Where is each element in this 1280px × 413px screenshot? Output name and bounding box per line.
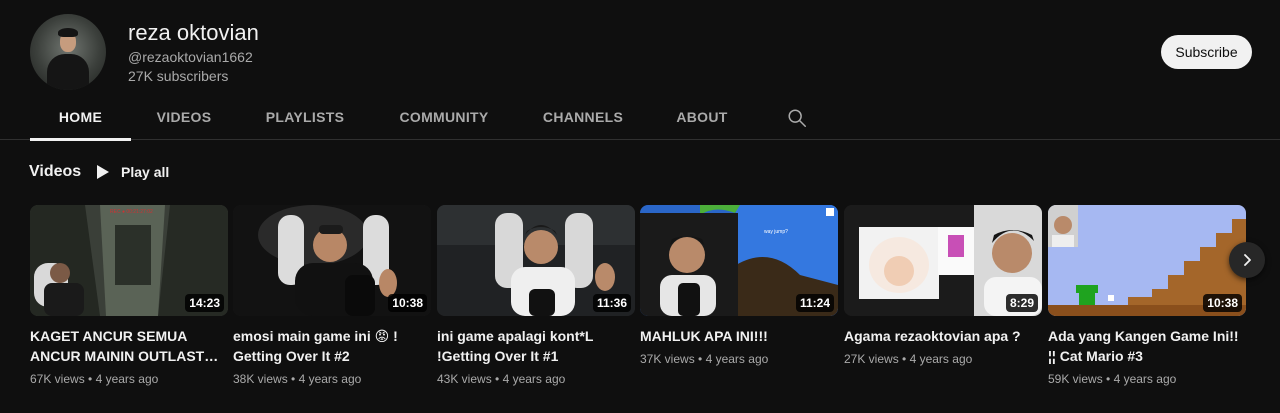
video-thumbnail[interactable]: 11:36 <box>437 205 635 316</box>
channel-tabs: HOME VIDEOS PLAYLISTS COMMUNITY CHANNELS… <box>0 95 1280 141</box>
video-title[interactable]: KAGET ANCUR SEMUA ANCUR MAININ OUTLAST… <box>30 326 228 366</box>
video-thumbnail[interactable]: 8:29 <box>844 205 1042 316</box>
tab-videos[interactable]: VIDEOS <box>142 95 226 139</box>
video-duration: 14:23 <box>185 294 224 312</box>
video-duration: 8:29 <box>1005 294 1038 312</box>
video-age: 4 years ago <box>909 352 973 366</box>
video-views: 38K views <box>233 372 288 386</box>
video-age: 4 years ago <box>95 372 159 386</box>
video-title[interactable]: MAHLUK APA INI!!! <box>640 326 838 346</box>
video-card[interactable]: 11:36 ini game apalagi kont*L !Getting O… <box>437 205 635 386</box>
video-card[interactable]: REC ● 00:21:27:02 14:23 KAGET ANCUR SEMU… <box>30 205 228 386</box>
svg-text:REC ● 00:21:27:02: REC ● 00:21:27:02 <box>110 209 153 215</box>
svg-text:way jump?: way jump? <box>764 229 788 235</box>
video-views: 43K views <box>437 372 492 386</box>
video-meta: 37K views • 4 years ago <box>640 352 769 366</box>
video-duration: 11:36 <box>592 294 631 312</box>
video-thumbnail[interactable]: way jump? 11:24 <box>640 205 838 316</box>
channel-handle: @rezaoktovian1662 <box>128 49 253 65</box>
play-all-button[interactable]: Play all <box>96 161 169 183</box>
video-age: 4 years ago <box>705 352 769 366</box>
video-duration: 10:38 <box>1203 294 1242 312</box>
avatar-figure-body <box>47 54 89 90</box>
shelf-next-button[interactable] <box>1229 242 1265 278</box>
video-views: 67K views <box>30 372 85 386</box>
video-age: 4 years ago <box>298 372 362 386</box>
channel-name: reza oktovian <box>128 20 259 45</box>
video-duration: 10:38 <box>388 294 427 312</box>
video-views: 37K views <box>640 352 695 366</box>
video-meta: 38K views • 4 years ago <box>233 372 362 386</box>
tab-home[interactable]: HOME <box>30 95 131 141</box>
video-thumbnail[interactable]: REC ● 00:21:27:02 14:23 <box>30 205 228 316</box>
video-card[interactable]: 10:38 Ada yang Kangen Game Ini!! ¦¦ Cat … <box>1048 205 1246 386</box>
video-card[interactable]: way jump? 11:24 MAHLUK APA INI!!! 37K vi… <box>640 205 838 366</box>
video-title[interactable]: Agama rezaoktovian apa ? <box>844 326 1042 346</box>
video-card[interactable]: 8:29 Agama rezaoktovian apa ? 27K views … <box>844 205 1042 366</box>
subscribe-button[interactable]: Subscribe <box>1161 35 1252 69</box>
video-title[interactable]: emosi main game ini 😡 ! Getting Over It … <box>233 326 431 366</box>
video-age: 4 years ago <box>502 372 566 386</box>
subscriber-count: 27K subscribers <box>128 68 229 84</box>
video-views: 27K views <box>844 352 899 366</box>
video-meta: 67K views • 4 years ago <box>30 372 159 386</box>
tab-about[interactable]: ABOUT <box>664 95 740 139</box>
video-meta: 27K views • 4 years ago <box>844 352 973 366</box>
chevron-right-icon <box>1244 254 1251 266</box>
play-all-label: Play all <box>121 164 170 180</box>
video-card[interactable]: 10:38 emosi main game ini 😡 ! Getting Ov… <box>233 205 431 386</box>
channel-avatar[interactable] <box>30 14 106 90</box>
video-duration: 11:24 <box>795 294 834 312</box>
video-title[interactable]: Ada yang Kangen Game Ini!! ¦¦ Cat Mario … <box>1048 326 1246 366</box>
avatar-figure-hair <box>58 28 78 37</box>
tab-community[interactable]: COMMUNITY <box>386 95 502 139</box>
tab-channels[interactable]: CHANNELS <box>528 95 638 139</box>
video-title[interactable]: ini game apalagi kont*L !Getting Over It… <box>437 326 635 366</box>
section-title: Videos <box>29 163 82 180</box>
video-thumbnail[interactable]: 10:38 <box>233 205 431 316</box>
play-icon <box>97 165 109 179</box>
video-thumbnail[interactable]: 10:38 <box>1048 205 1246 316</box>
video-age: 4 years ago <box>1113 372 1177 386</box>
search-icon[interactable] <box>786 107 808 129</box>
video-views: 59K views <box>1048 372 1103 386</box>
video-meta: 59K views • 4 years ago <box>1048 372 1177 386</box>
tab-playlists[interactable]: PLAYLISTS <box>250 95 360 139</box>
video-meta: 43K views • 4 years ago <box>437 372 566 386</box>
